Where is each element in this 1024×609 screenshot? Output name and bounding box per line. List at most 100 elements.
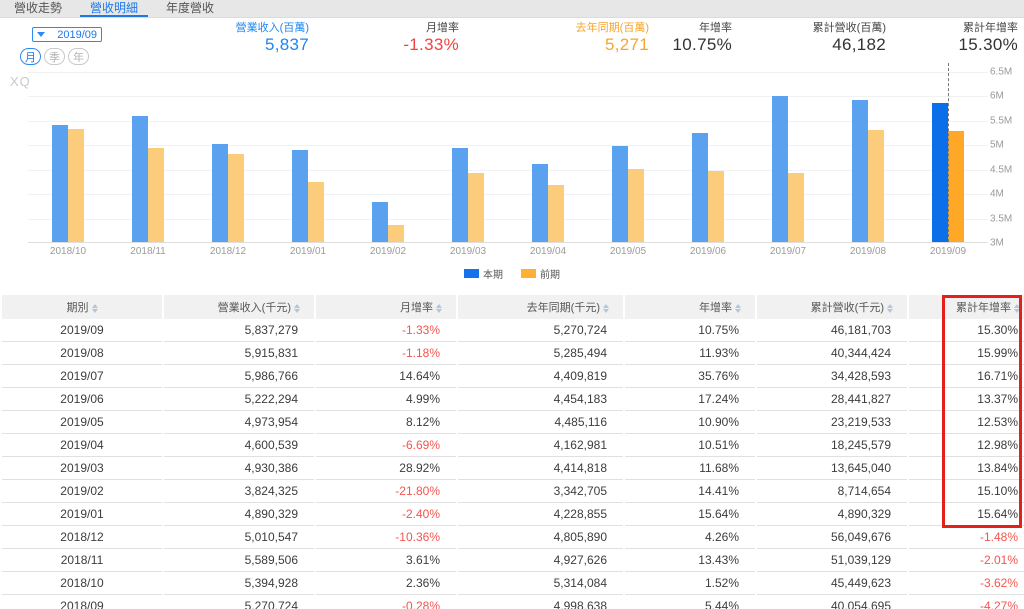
sort-icon[interactable] [1014, 303, 1020, 313]
bar-group-2019/01[interactable] [268, 72, 348, 242]
bar-group-2019/08[interactable] [828, 72, 908, 242]
bar-本期[interactable] [692, 133, 708, 242]
bar-本期[interactable] [852, 99, 868, 242]
bar-本期[interactable] [212, 143, 228, 242]
sort-icon[interactable] [887, 303, 893, 313]
sort-icon[interactable] [294, 303, 300, 313]
table-row-2018/10[interactable]: 2018/10 5,394,928 2.36% 5,314,084 1.52% 45,44… [2, 572, 1024, 595]
bar-前期[interactable] [148, 147, 164, 242]
bar-本期[interactable] [292, 149, 308, 242]
column-header-0[interactable]: 期別 [2, 295, 162, 319]
column-header-6[interactable]: 累計年增率 [909, 295, 1024, 319]
value-cell: 4,890,329 [757, 503, 907, 526]
value-cell: 10.51% [625, 434, 755, 457]
bar-前期[interactable] [948, 131, 964, 242]
value-cell: 8,714,654 [757, 480, 907, 503]
tab-2[interactable]: 年度營收 [152, 0, 228, 17]
bar-group-2019/06[interactable] [668, 72, 748, 242]
bar-group-2019/05[interactable] [588, 72, 668, 242]
table-row-2019/07[interactable]: 2019/07 5,986,766 14.64% 4,409,819 35.76% 34,… [2, 365, 1024, 388]
stat-value: 5,271 [604, 35, 649, 54]
bar-前期[interactable] [468, 172, 484, 242]
bar-前期[interactable] [228, 153, 244, 242]
value-cell: 35.76% [625, 365, 755, 388]
value-cell: 5,394,928 [164, 572, 314, 595]
bar-group-2019/09[interactable] [908, 63, 988, 242]
table-row-2018/12[interactable]: 2018/12 5,010,547 -10.36% 4,805,890 4.26% 56,… [2, 526, 1024, 549]
bar-前期[interactable] [708, 171, 724, 242]
table-row-2019/05[interactable]: 2019/05 4,973,954 8.12% 4,485,116 10.90% 23,2… [2, 411, 1024, 434]
value-cell: -4.27% [909, 595, 1024, 609]
table-row-2018/09[interactable]: 2018/09 5,270,724 -0.28% 4,998,638 5.44% 40,0… [2, 595, 1024, 609]
value-cell: 45,449,623 [757, 572, 907, 595]
sort-icon[interactable] [735, 303, 741, 313]
value-cell: 5,010,547 [164, 526, 314, 549]
bar-本期[interactable] [932, 103, 948, 242]
bar-前期[interactable] [68, 128, 84, 242]
stat-label: 營業收入(百萬) [235, 22, 309, 34]
value-cell: 15.64% [625, 503, 755, 526]
column-header-4[interactable]: 年增率 [625, 295, 755, 319]
y-axis-label: 3M [990, 237, 1004, 249]
table-row-2019/08[interactable]: 2019/08 5,915,831 -1.18% 5,285,494 11.93% 40,… [2, 342, 1024, 365]
bar-本期[interactable] [532, 163, 548, 242]
bar-group-2018/12[interactable] [188, 72, 268, 242]
bar-group-2019/04[interactable] [508, 72, 588, 242]
bar-本期[interactable] [372, 201, 388, 242]
sort-icon[interactable] [603, 303, 609, 313]
period-pill-2[interactable]: 年 [68, 48, 89, 65]
value-cell: -2.40% [316, 503, 456, 526]
value-cell: 5,986,766 [164, 365, 314, 388]
bar-前期[interactable] [868, 130, 884, 242]
bar-前期[interactable] [388, 225, 404, 242]
dropdown-caret-icon [37, 32, 45, 37]
y-axis-label: 5M [990, 139, 1004, 151]
bar-本期[interactable] [612, 145, 628, 242]
value-cell: 3.61% [316, 549, 456, 572]
column-header-2[interactable]: 月增率 [316, 295, 456, 319]
column-header-1[interactable]: 營業收入(千元) [164, 295, 314, 319]
x-axis-label: 2019/07 [769, 246, 807, 257]
bar-group-2018/11[interactable] [108, 72, 188, 242]
x-axis-label: 2019/02 [369, 246, 407, 257]
bar-前期[interactable] [548, 185, 564, 242]
value-cell: 5,837,279 [164, 319, 314, 342]
sort-icon[interactable] [91, 303, 98, 313]
date-selector[interactable]: 2019/09 [32, 27, 102, 42]
table-row-2019/02[interactable]: 2019/02 3,824,325 -21.80% 3,342,705 14.41% 8,… [2, 480, 1024, 503]
table-row-2018/11[interactable]: 2018/11 5,589,506 3.61% 4,927,626 13.43% 51,0… [2, 549, 1024, 572]
bar-本期[interactable] [132, 115, 148, 242]
table-row-2019/04[interactable]: 2019/04 4,600,539 -6.69% 4,162,981 10.51% 18,… [2, 434, 1024, 457]
bar-group-2019/03[interactable] [428, 72, 508, 242]
column-header-5[interactable]: 累計營收(千元) [757, 295, 907, 319]
table-row-2019/09[interactable]: 2019/09 5,837,279 -1.33% 5,270,724 10.75% 46,… [2, 319, 1024, 342]
bar-本期[interactable] [772, 96, 788, 242]
tab-0[interactable]: 營收走勢 [0, 0, 76, 17]
value-cell: 10.90% [625, 411, 755, 434]
table-header-row: 期別 營業收入(千元) 月增率 去年同期(千元) 年增率 累計營收(千元) 累計年增率 [2, 295, 1024, 319]
bar-group-2018/10[interactable] [28, 72, 108, 242]
column-header-3[interactable]: 去年同期(千元) [458, 295, 623, 319]
value-cell: 3,342,705 [458, 480, 623, 503]
bar-前期[interactable] [308, 182, 324, 242]
table-row-2019/03[interactable]: 2019/03 4,930,386 28.92% 4,414,818 11.68% 13,… [2, 457, 1024, 480]
value-cell: 2.36% [316, 572, 456, 595]
x-axis-label: 2019/09 [929, 246, 967, 257]
bar-group-2019/07[interactable] [748, 72, 828, 242]
value-cell: 4,805,890 [458, 526, 623, 549]
table-row-2019/01[interactable]: 2019/01 4,890,329 -2.40% 4,228,855 15.64% 4,8… [2, 503, 1024, 526]
tab-1[interactable]: 營收明細 [76, 0, 152, 17]
table-row-2019/06[interactable]: 2019/06 5,222,294 4.99% 4,454,183 17.24% 28,4… [2, 388, 1024, 411]
sort-icon[interactable] [436, 303, 442, 313]
period-pill-0[interactable]: 月 [20, 48, 41, 65]
bar-前期[interactable] [788, 173, 804, 242]
bar-group-2019/02[interactable] [348, 72, 428, 242]
bar-本期[interactable] [452, 147, 468, 242]
bar-前期[interactable] [628, 169, 644, 242]
stat-block-0: 營業收入(百萬) 5,837 [225, 22, 315, 66]
period-pill-1[interactable]: 季 [44, 48, 65, 65]
revenue-table: 期別 營業收入(千元) 月增率 去年同期(千元) 年增率 累計營收(千元) 累計年增率 20… [0, 295, 1024, 609]
value-cell: 5,915,831 [164, 342, 314, 365]
value-cell: 14.64% [316, 365, 456, 388]
bar-本期[interactable] [52, 125, 68, 242]
